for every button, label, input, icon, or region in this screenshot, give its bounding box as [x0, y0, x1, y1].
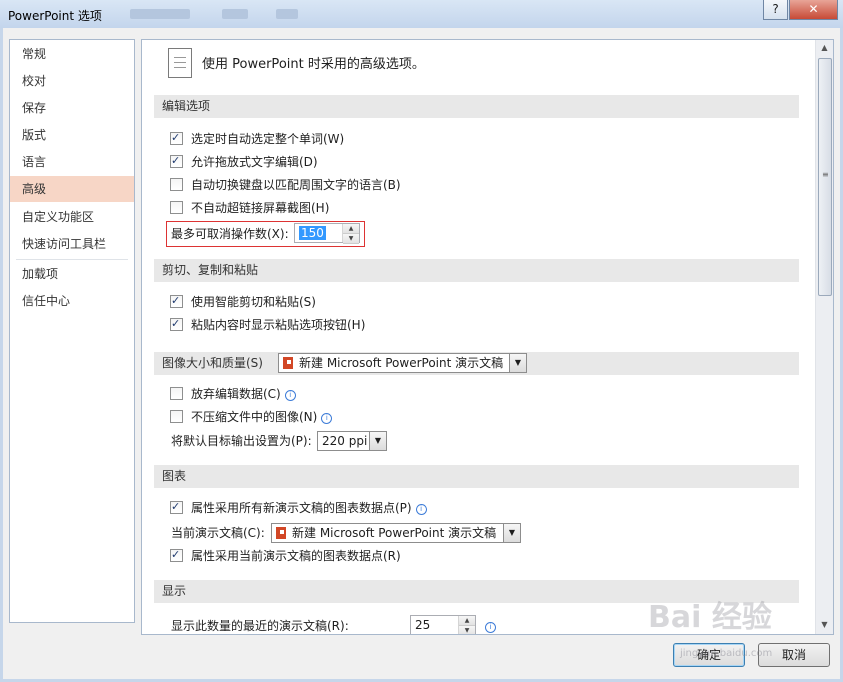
options-nav: 常规 校对 保存 版式 语言 高级 自定义功能区 快速访问工具栏 加载项 信任中… [9, 39, 135, 623]
opt-paste-options-button[interactable]: 粘贴内容时显示粘贴选项按钮(H) [170, 315, 366, 334]
opt-drag-drop[interactable]: 允许拖放式文字编辑(D) [170, 152, 318, 171]
info-icon[interactable]: i [321, 413, 333, 424]
section-clipboard: 剪切、复制和粘贴 [154, 259, 799, 282]
nav-item-layout[interactable]: 版式 [10, 122, 134, 148]
recent-count-stepper[interactable]: 25 ▲ ▼ [410, 615, 476, 634]
section-edit: 编辑选项 [154, 95, 799, 118]
ok-button[interactable]: 确定 [673, 643, 745, 667]
opt-label: 粘贴内容时显示粘贴选项按钮(H) [191, 318, 366, 332]
window-title: PowerPoint 选项 [8, 9, 102, 23]
grip-icon: ≡ [822, 170, 829, 179]
scroll-up-icon[interactable]: ▲ [819, 43, 830, 55]
checkbox[interactable] [170, 387, 183, 400]
opt-no-compress[interactable]: 不压缩文件中的图像(N) i [170, 408, 333, 426]
powerpoint-icon [276, 527, 286, 539]
vertical-scrollbar[interactable]: ▲ ≡ ▼ [815, 40, 833, 634]
chevron-down-icon[interactable]: ▼ [509, 354, 526, 372]
checkbox-checked[interactable] [170, 292, 183, 310]
ppi-value: 220 ppi [322, 434, 368, 448]
opt-label: 自动切换键盘以匹配周围文字的语言(B) [191, 178, 401, 192]
document-icon [168, 48, 192, 78]
recent-count-value[interactable]: 25 [415, 618, 430, 632]
nav-item-general[interactable]: 常规 [10, 41, 134, 67]
blurred-text [222, 9, 248, 19]
opt-label: 允许拖放式文字编辑(D) [191, 155, 318, 169]
ppi-select[interactable]: 220 ppi ▼ [317, 431, 387, 451]
scroll-thumb[interactable]: ≡ [818, 58, 832, 296]
close-button[interactable]: ✕ [789, 0, 838, 20]
opt-select-whole-word[interactable]: 选定时自动选定整个单词(W) [170, 129, 345, 148]
section-display: 显示 [154, 580, 799, 603]
info-icon[interactable]: i [485, 622, 496, 633]
chevron-down-icon[interactable]: ▼ [369, 432, 386, 450]
title-bar: PowerPoint 选项 ? ✕ [0, 0, 843, 28]
nav-item-addins[interactable]: 加载项 [10, 261, 134, 287]
chevron-down-icon[interactable]: ▼ [503, 524, 520, 542]
opt-no-hyperlink-screenshot[interactable]: 不自动超链接屏幕截图(H) [170, 199, 329, 217]
checkbox[interactable] [170, 201, 183, 214]
nav-item-quick-access[interactable]: 快速访问工具栏 [10, 231, 134, 257]
nav-item-proofing[interactable]: 校对 [10, 68, 134, 94]
opt-chart-current[interactable]: 属性采用当前演示文稿的图表数据点(R) [170, 546, 401, 565]
spin-down-icon[interactable]: ▼ [459, 626, 475, 634]
blurred-text [276, 9, 298, 19]
nav-item-language[interactable]: 语言 [10, 149, 134, 175]
opt-label: 属性采用当前演示文稿的图表数据点(R) [191, 549, 401, 563]
checkbox[interactable] [170, 178, 183, 191]
opt-label: 选定时自动选定整个单词(W) [191, 132, 345, 146]
opt-auto-keyboard[interactable]: 自动切换键盘以匹配周围文字的语言(B) [170, 176, 401, 194]
recent-count-label: 显示此数量的最近的演示文稿(R): [171, 619, 349, 633]
nav-item-save[interactable]: 保存 [10, 95, 134, 121]
checkbox-checked[interactable] [170, 498, 183, 516]
opt-label: 使用智能剪切和粘贴(S) [191, 295, 316, 309]
current-doc-select[interactable]: 新建 Microsoft PowerPoint 演示文稿 ▼ [271, 523, 521, 543]
cancel-button[interactable]: 取消 [758, 643, 830, 667]
checkbox-checked[interactable] [170, 152, 183, 170]
image-doc-value: 新建 Microsoft PowerPoint 演示文稿 [299, 356, 504, 370]
opt-smart-cut-paste[interactable]: 使用智能剪切和粘贴(S) [170, 292, 316, 311]
spin-up-icon[interactable]: ▲ [459, 616, 475, 626]
opt-discard-edit-data[interactable]: 放弃编辑数据(C) i [170, 385, 296, 403]
blurred-text [130, 9, 190, 19]
current-doc-value: 新建 Microsoft PowerPoint 演示文稿 [292, 526, 497, 540]
image-doc-select[interactable]: 新建 Microsoft PowerPoint 演示文稿 ▼ [278, 353, 527, 373]
nav-item-customize-ribbon[interactable]: 自定义功能区 [10, 204, 134, 230]
page-heading: 使用 PowerPoint 时采用的高级选项。 [202, 57, 425, 72]
nav-item-advanced[interactable]: 高级 [10, 176, 134, 202]
opt-label: 放弃编辑数据(C) [191, 387, 281, 401]
scroll-down-icon[interactable]: ▼ [819, 620, 830, 632]
checkbox[interactable] [170, 410, 183, 423]
nav-divider [16, 259, 128, 260]
info-icon[interactable]: i [415, 504, 427, 515]
powerpoint-icon [283, 357, 293, 369]
ppi-label: 将默认目标输出设置为(P): [171, 434, 312, 448]
checkbox-checked[interactable] [170, 315, 183, 333]
opt-chart-all-new[interactable]: 属性采用所有新演示文稿的图表数据点(P)i [170, 498, 427, 517]
highlight-annotation [166, 221, 365, 247]
checkbox-checked[interactable] [170, 129, 183, 147]
checkbox-checked[interactable] [170, 546, 183, 564]
advanced-options-pane: 使用 PowerPoint 时采用的高级选项。 编辑选项 选定时自动选定整个单词… [141, 39, 834, 635]
info-icon[interactable]: i [284, 390, 296, 401]
nav-item-trust-center[interactable]: 信任中心 [10, 288, 134, 314]
opt-label: 属性采用所有新演示文稿的图表数据点(P) [191, 501, 412, 515]
opt-label: 不压缩文件中的图像(N) [191, 410, 318, 424]
current-doc-label: 当前演示文稿(C): [171, 526, 265, 540]
opt-label: 不自动超链接屏幕截图(H) [191, 201, 330, 215]
help-button[interactable]: ? [763, 0, 788, 20]
section-chart: 图表 [154, 465, 799, 488]
